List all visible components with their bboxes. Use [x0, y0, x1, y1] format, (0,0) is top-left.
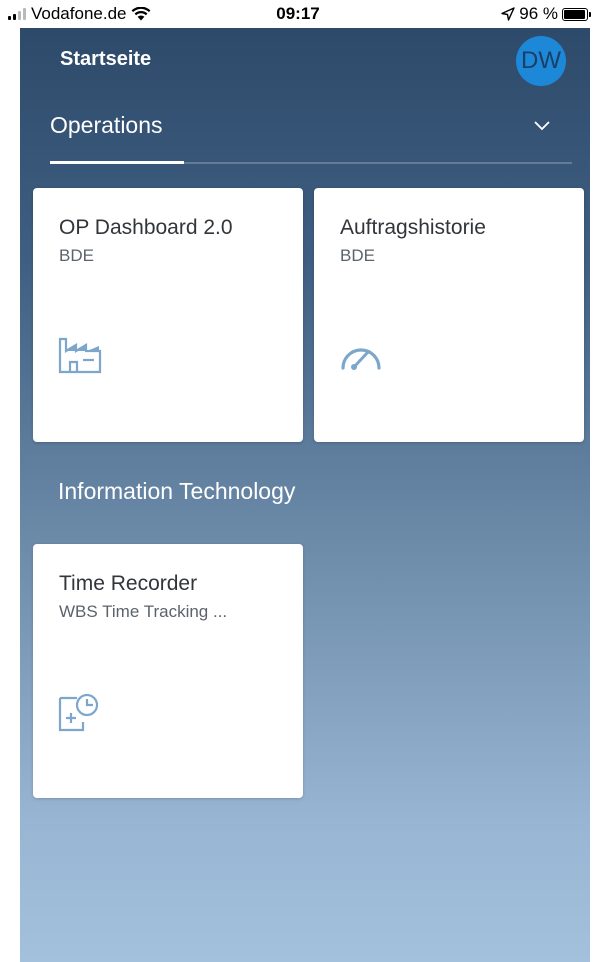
user-avatar[interactable]: DW [516, 36, 566, 86]
tile-time-recorder[interactable]: Time Recorder WBS Time Tracking ... [33, 544, 303, 798]
tile-title: OP Dashboard 2.0 [59, 216, 233, 239]
chevron-down-icon[interactable] [532, 118, 552, 132]
status-right: 96 % [501, 4, 591, 24]
group-title-it: Information Technology [58, 478, 296, 504]
battery-icon [562, 7, 591, 21]
page-title: Startseite [60, 48, 152, 70]
tile-title: Time Recorder [59, 572, 198, 595]
tile-auftragshistorie[interactable]: Auftragshistorie BDE [314, 188, 584, 442]
shell-header: Startseite DW [20, 28, 590, 88]
status-bar: Vodafone.de 09:17 96 % [0, 0, 596, 28]
active-tab-indicator [50, 161, 184, 164]
battery-fill [564, 9, 586, 19]
tile-op-dashboard[interactable]: OP Dashboard 2.0 BDE [33, 188, 303, 442]
tile-title: Auftragshistorie [340, 216, 486, 239]
launchpad: Startseite DW Operations OP Dashboard 2.… [20, 28, 590, 962]
tile-subtitle: BDE [340, 246, 375, 265]
tab-operations[interactable]: Operations [50, 112, 163, 164]
timesheet-clock-icon [58, 693, 99, 732]
tile-subtitle: WBS Time Tracking ... [59, 602, 228, 621]
speedometer-icon [341, 348, 381, 370]
location-arrow-icon [501, 7, 515, 21]
tile-subtitle: BDE [59, 246, 94, 265]
group-tab-bar: Operations [50, 112, 572, 164]
factory-icon [58, 337, 102, 374]
battery-percent: 96 % [519, 4, 558, 23]
